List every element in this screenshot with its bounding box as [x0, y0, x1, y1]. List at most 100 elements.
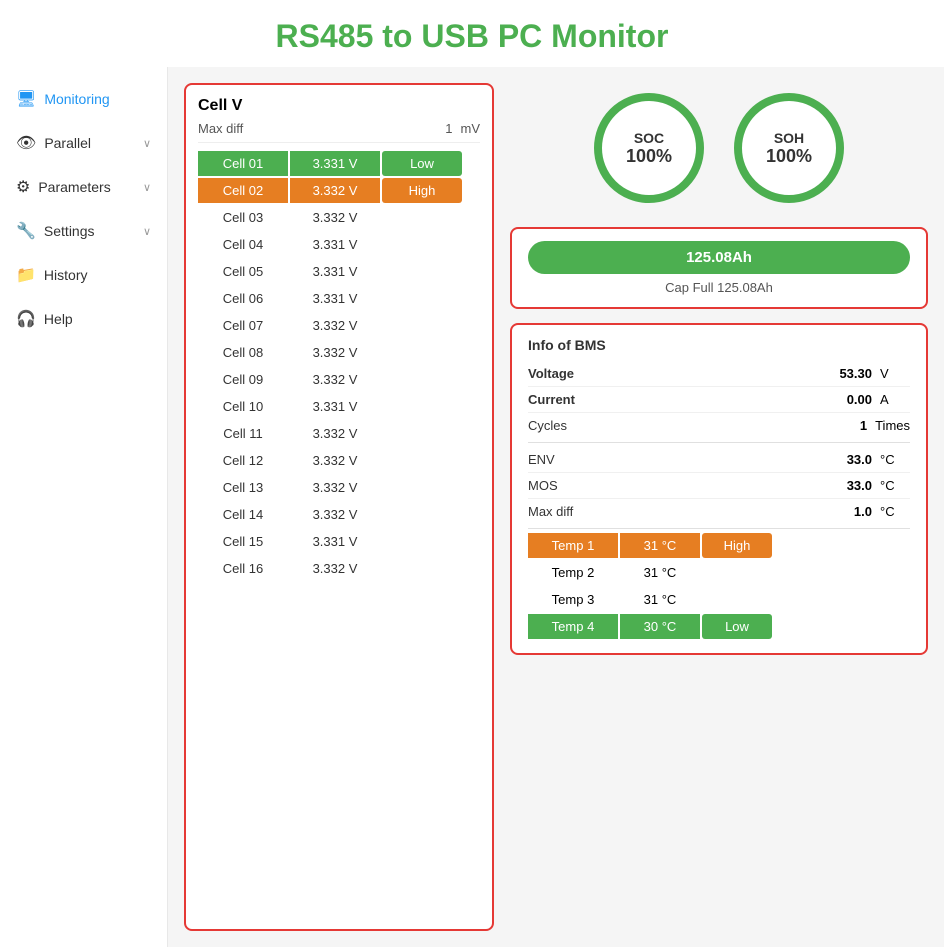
- bms-extra-value-1: 33.0: [822, 478, 872, 493]
- table-row: Cell 153.331 V: [198, 529, 480, 554]
- cell-status-3: [382, 213, 462, 223]
- bms-title: Info of BMS: [528, 337, 910, 353]
- bms-extra-value-0: 33.0: [822, 452, 872, 467]
- monitoring-icon: 🖥: [16, 89, 36, 109]
- cell-panel-maxdiff: Max diff 1 mV: [198, 121, 480, 143]
- soh-circle: SOH 100%: [734, 93, 844, 203]
- cell-rows-container: Cell 013.331 VLowCell 023.332 VHighCell …: [198, 151, 480, 581]
- table-row: Cell 073.332 V: [198, 313, 480, 338]
- cell-panel: Cell V Max diff 1 mV Cell 013.331 VLowCe…: [184, 83, 494, 931]
- bms-value-0: 53.30: [822, 366, 872, 381]
- max-diff-unit: mV: [461, 121, 481, 136]
- temp-name-4: Temp 4: [528, 614, 618, 639]
- cell-name-3: Cell 03: [198, 205, 288, 230]
- list-item: Cycles1Times: [528, 413, 910, 438]
- sidebar-item-parameters[interactable]: ⚙Parameters∨: [0, 165, 167, 209]
- temp-status-3: [702, 595, 772, 605]
- sidebar-item-monitoring[interactable]: 🖥Monitoring: [0, 77, 167, 121]
- bms-value-1: 0.00: [822, 392, 872, 407]
- bms-label-0: Voltage: [528, 366, 574, 381]
- cell-status-5: [382, 267, 462, 277]
- chevron-icon-parameters: ∨: [143, 181, 151, 194]
- table-row: Cell 093.332 V: [198, 367, 480, 392]
- bms-extra-label-2: Max diff: [528, 504, 573, 519]
- divider: [528, 442, 910, 443]
- table-row: Cell 123.332 V: [198, 448, 480, 473]
- sidebar-label-history: History: [44, 267, 88, 283]
- cell-name-14: Cell 14: [198, 502, 288, 527]
- table-row: Cell 023.332 VHigh: [198, 178, 480, 203]
- cell-name-2: Cell 02: [198, 178, 288, 203]
- divider2: [528, 528, 910, 529]
- temp-value-1: 31 °C: [620, 533, 700, 558]
- table-row: Cell 083.332 V: [198, 340, 480, 365]
- cell-name-13: Cell 13: [198, 475, 288, 500]
- cell-status-9: [382, 375, 462, 385]
- cell-voltage-9: 3.332 V: [290, 367, 380, 392]
- soc-container: SOC 100%: [594, 93, 704, 203]
- cell-name-16: Cell 16: [198, 556, 288, 581]
- cell-voltage-6: 3.331 V: [290, 286, 380, 311]
- soh-label: SOH: [774, 130, 804, 146]
- table-row: Cell 103.331 V: [198, 394, 480, 419]
- cell-voltage-5: 3.331 V: [290, 259, 380, 284]
- table-row: Cell 043.331 V: [198, 232, 480, 257]
- bms-unit-2: Times: [875, 418, 910, 433]
- bms-unit-0: V: [880, 366, 910, 381]
- cell-voltage-8: 3.332 V: [290, 340, 380, 365]
- list-item: Voltage 53.30 V: [528, 361, 910, 387]
- parameters-icon: ⚙: [16, 177, 30, 197]
- max-diff-value: 1: [445, 121, 452, 136]
- bms-extra-label-0: ENV: [528, 452, 555, 467]
- cell-voltage-10: 3.331 V: [290, 394, 380, 419]
- cap-full-label: Cap Full 125.08Ah: [528, 280, 910, 295]
- temp-value-2: 31 °C: [620, 560, 700, 585]
- cell-voltage-12: 3.332 V: [290, 448, 380, 473]
- page-title: RS485 to USB PC Monitor: [0, 18, 944, 55]
- max-diff-label: Max diff: [198, 121, 243, 136]
- cell-status-12: [382, 456, 462, 466]
- bms-label-2: Cycles: [528, 418, 567, 433]
- table-row: Cell 133.332 V: [198, 475, 480, 500]
- temp-rows-container: Temp 131 °CHighTemp 231 °CTemp 331 °CTem…: [528, 533, 910, 639]
- history-icon: 📁: [16, 265, 36, 285]
- soc-label: SOC: [634, 130, 664, 146]
- soc-circle: SOC 100%: [594, 93, 704, 203]
- max-diff-value-group: 1 mV: [445, 121, 480, 136]
- temp-name-3: Temp 3: [528, 587, 618, 612]
- sidebar-item-help[interactable]: 🎧Help: [0, 297, 167, 341]
- sidebar-label-settings: Settings: [44, 223, 95, 239]
- cell-status-2: High: [382, 178, 462, 203]
- cell-name-12: Cell 12: [198, 448, 288, 473]
- cell-voltage-13: 3.332 V: [290, 475, 380, 500]
- cell-status-4: [382, 240, 462, 250]
- cell-status-14: [382, 510, 462, 520]
- capacity-section: 125.08Ah Cap Full 125.08Ah: [510, 227, 928, 309]
- cell-status-8: [382, 348, 462, 358]
- cell-name-6: Cell 06: [198, 286, 288, 311]
- temp-value-3: 31 °C: [620, 587, 700, 612]
- table-row: Cell 163.332 V: [198, 556, 480, 581]
- bms-extra-rows-container: ENV33.0°CMOS33.0°CMax diff1.0°C: [528, 447, 910, 524]
- cell-name-9: Cell 09: [198, 367, 288, 392]
- chevron-icon-parallel: ∨: [143, 137, 151, 150]
- bms-section: Info of BMS Voltage53.30VCurrent0.00ACyc…: [510, 323, 928, 655]
- sidebar-label-parallel: Parallel: [44, 135, 91, 151]
- table-row: Cell 063.331 V: [198, 286, 480, 311]
- temp-status-2: [702, 568, 772, 578]
- table-row: Temp 430 °CLow: [528, 614, 910, 639]
- content-area: Cell V Max diff 1 mV Cell 013.331 VLowCe…: [168, 67, 944, 947]
- cell-name-5: Cell 05: [198, 259, 288, 284]
- bms-rows-container: Voltage53.30VCurrent0.00ACycles1Times: [528, 361, 910, 438]
- soh-container: SOH 100%: [734, 93, 844, 203]
- sidebar-item-history[interactable]: 📁 History: [0, 253, 167, 297]
- sidebar-item-settings[interactable]: 🔧 Settings ∨: [0, 209, 167, 253]
- table-row: Temp 231 °C: [528, 560, 910, 585]
- cell-status-16: [382, 564, 462, 574]
- table-row: Cell 033.332 V: [198, 205, 480, 230]
- sidebar: 🖥Monitoring👁Parallel∨⚙Parameters∨🔧Settin…: [0, 67, 168, 947]
- settings-icon: 🔧: [16, 221, 36, 241]
- table-row: Cell 113.332 V: [198, 421, 480, 446]
- chevron-icon-settings: ∨: [143, 225, 151, 238]
- sidebar-item-parallel[interactable]: 👁Parallel∨: [0, 121, 167, 165]
